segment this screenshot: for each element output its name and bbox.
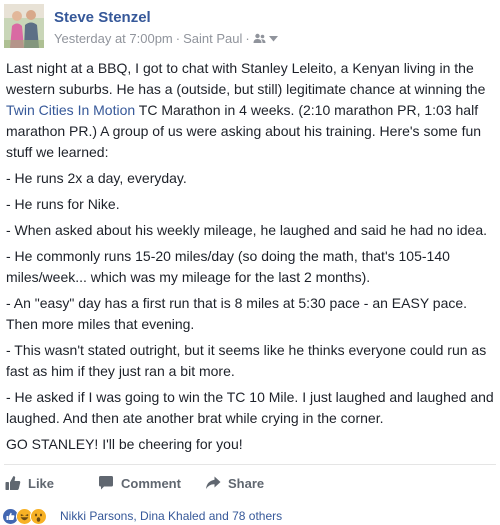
post-paragraph: - He runs 2x a day, everyday.: [6, 170, 187, 186]
meta-separator: ·: [175, 31, 181, 46]
like-label: Like: [28, 475, 55, 491]
post-header: Steve Stenzel Yesterday at 7:00pm · Sain…: [0, 0, 500, 52]
actions-divider: [4, 464, 496, 465]
paragraph-text: Last night at a BBQ, I got to chat with …: [6, 60, 486, 97]
post-meta: Yesterday at 7:00pm · Saint Paul ·: [54, 31, 278, 46]
like-button[interactable]: Like: [5, 468, 98, 498]
wow-reaction-icon: [30, 507, 47, 525]
reaction-icons: [2, 507, 47, 525]
post-paragraph: - This wasn't stated outright, but it se…: [6, 342, 487, 379]
author-name[interactable]: Steve Stenzel: [54, 9, 151, 26]
post-body: Last night at a BBQ, I got to chat with …: [6, 58, 496, 460]
post-paragraph: - He runs for Nike.: [6, 196, 120, 212]
share-label: Share: [228, 475, 265, 491]
post-paragraph: GO STANLEY! I'll be cheering for you!: [6, 436, 243, 452]
page-link[interactable]: Twin Cities In Motion: [6, 102, 135, 118]
post-paragraph: - An "easy" day has a first run that is …: [6, 295, 468, 332]
thumbs-up-icon: [5, 476, 21, 490]
reactions-text[interactable]: Nikki Parsons, Dina Khaled and 78 others: [60, 509, 282, 523]
post-paragraph: Last night at a BBQ, I got to chat with …: [6, 58, 496, 163]
post-actions: Like Comment Share: [0, 468, 500, 498]
facebook-post: Steve Stenzel Yesterday at 7:00pm · Sain…: [0, 0, 500, 525]
meta-separator-2: ·: [245, 31, 250, 46]
post-location[interactable]: Saint Paul: [183, 31, 242, 46]
post-paragraph: - He asked if I was going to win the TC …: [6, 389, 494, 426]
comment-icon: [99, 476, 113, 490]
chevron-down-icon[interactable]: [268, 35, 278, 42]
comment-button[interactable]: Comment: [98, 468, 205, 498]
reactions-bar[interactable]: Nikki Parsons, Dina Khaled and 78 others: [2, 507, 282, 525]
share-icon: [206, 476, 221, 489]
friends-icon[interactable]: [253, 33, 266, 44]
post-paragraph: - When asked about his weekly mileage, h…: [6, 222, 487, 238]
comment-label: Comment: [121, 475, 181, 491]
share-button[interactable]: Share: [205, 468, 325, 498]
avatar[interactable]: [4, 4, 44, 48]
post-timestamp[interactable]: Yesterday at 7:00pm: [54, 31, 173, 46]
post-paragraph: - He commonly runs 15-20 miles/day (so d…: [6, 248, 450, 285]
